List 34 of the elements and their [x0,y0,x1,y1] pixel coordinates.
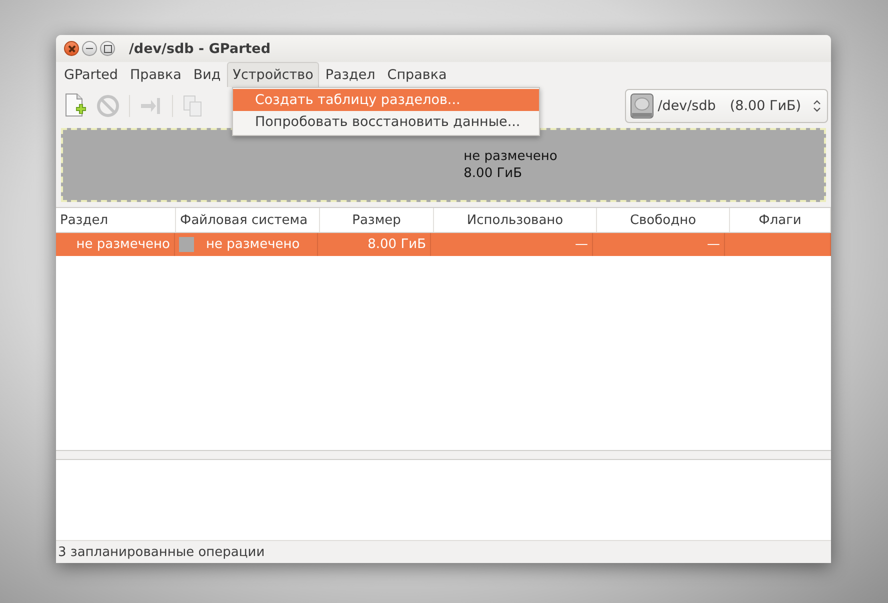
spinner-arrows-icon [813,99,821,113]
column-header[interactable]: Раздел [56,208,176,232]
table-cell: не размечено [56,233,175,256]
device-name: /dev/sdb [658,98,716,114]
pane-splitter-handle[interactable] [56,450,831,460]
column-header[interactable]: Свободно [597,208,730,232]
menu-item[interactable]: GParted [58,62,124,87]
menu-item[interactable]: Раздел [319,62,382,87]
partition-size: 8.00 ГиБ [464,165,524,182]
hard-drive-icon [630,93,654,119]
column-header[interactable]: Размер [320,208,434,232]
new-document-icon[interactable] [63,93,87,119]
column-header[interactable]: Файловая система [176,208,320,232]
delete-icon[interactable] [96,94,120,118]
device-selector[interactable]: /dev/sdb (8.00 ГиБ) [624,89,828,123]
table-cell: 8.00 ГиБ [318,233,431,256]
window-title: /dev/sdb - GParted [129,40,270,56]
unallocated-partition-block[interactable]: не размечено 8.00 ГиБ [61,128,826,202]
column-header[interactable]: Использовано [434,208,597,232]
menu-item[interactable]: Правка [124,62,188,87]
minimize-button[interactable] [82,41,97,56]
table-cell: не размечено [206,237,300,252]
column-header[interactable]: Флаги [730,208,831,232]
menu-item[interactable]: Справка [381,62,453,87]
partition-label: не размечено [464,148,558,165]
menu-item[interactable]: Устройство [226,62,320,87]
filesystem-swatch-icon [179,237,194,252]
close-button[interactable] [64,41,79,56]
maximize-button[interactable] [100,41,115,56]
menu-item[interactable]: Вид [187,62,227,87]
table-cell: — [593,233,725,256]
status-text: 3 запланированные операции [58,544,265,560]
table-cell: — [431,233,593,256]
device-size: (8.00 ГиБ) [730,98,801,114]
